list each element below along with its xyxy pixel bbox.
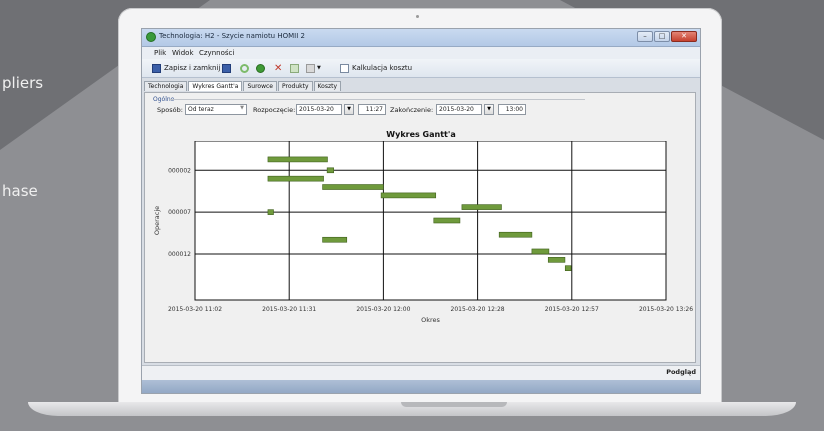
- laptop-base: [28, 402, 796, 416]
- refresh-button[interactable]: [240, 62, 249, 74]
- y-axis-title: Operacje: [153, 206, 161, 235]
- gantt-bar: [564, 265, 572, 271]
- gantt-bar: [267, 175, 324, 182]
- y-tick-label: 000007: [168, 209, 191, 216]
- tab-strip: Technologia Wykres Gantt'a Surowce Produ…: [144, 81, 342, 92]
- disk-icon: [222, 63, 231, 73]
- export-button[interactable]: ▼: [306, 62, 321, 74]
- menu-widok[interactable]: Widok: [172, 49, 194, 57]
- window-titlebar[interactable]: Technologia: H2 - Szycie namiotu HOMII 2…: [142, 29, 700, 47]
- add-icon: [256, 63, 265, 73]
- laptop-lid: Technologia: H2 - Szycie namiotu HOMII 2…: [118, 8, 722, 404]
- app-icon: [146, 32, 156, 42]
- x-tick-label: 2015-03-20 11:31: [262, 306, 316, 313]
- toolbar: Zapisz i zamknij ✕ ▼ Kalkulacja kosztu: [142, 59, 700, 78]
- start-date-dropdown[interactable]: ▼: [344, 104, 354, 115]
- x-tick-label: 2015-03-20 12:28: [451, 306, 505, 313]
- start-label: Rozpoczęcie:: [253, 106, 296, 114]
- gantt-bar: [531, 248, 550, 255]
- x-tick-label: 2015-03-20 11:02: [168, 306, 222, 313]
- gantt-panel: Ogólne Sposób: Od teraz ▼ Rozpoczęcie: 2…: [144, 92, 696, 363]
- menu-plik[interactable]: Plik: [154, 49, 166, 57]
- camera-dot: [416, 15, 419, 18]
- tab-produkty[interactable]: Produkty: [278, 81, 313, 91]
- close-button[interactable]: ✕: [671, 31, 697, 42]
- edit-button[interactable]: [290, 62, 299, 74]
- tab-surowce[interactable]: Surowce: [243, 81, 277, 91]
- chevron-down-icon: ▼: [317, 65, 321, 71]
- refresh-icon: [240, 63, 249, 73]
- background-text-2: hase: [2, 182, 38, 200]
- save-close-label: Zapisz i zamknij: [164, 64, 221, 72]
- laptop-notch: [401, 402, 507, 407]
- export-icon: [306, 63, 315, 73]
- end-date-dropdown[interactable]: ▼: [484, 104, 494, 115]
- save-close-button[interactable]: Zapisz i zamknij: [152, 62, 220, 74]
- end-label: Zakończenie:: [390, 106, 434, 114]
- minimize-button[interactable]: –: [637, 31, 653, 42]
- menu-bar: Plik Widok Czynności: [142, 47, 700, 59]
- x-tick-label: 2015-03-20 13:26: [639, 306, 693, 313]
- window-title: Technologia: H2 - Szycie namiotu HOMII 2: [159, 32, 305, 40]
- window-controls: – □ ✕: [637, 31, 697, 42]
- mode-label: Sposób:: [157, 106, 183, 114]
- end-date-field[interactable]: 2015-03-20: [436, 104, 482, 115]
- cost-calc-button[interactable]: Kalkulacja kosztu: [340, 62, 412, 74]
- background-text-1: pliers: [2, 74, 44, 92]
- save-icon: [152, 63, 161, 73]
- menu-czynnosci[interactable]: Czynności: [199, 49, 234, 57]
- gantt-bar: [322, 184, 384, 190]
- x-axis-title: Okres: [421, 316, 440, 324]
- gantt-chart: 2015-03-20 11:02 2015-03-20 11:31 2015-03-…: [153, 141, 693, 324]
- gantt-bar: [498, 231, 533, 238]
- y-tick-label: 000002: [168, 167, 191, 174]
- x-tick-label: 2015-03-20 12:57: [545, 306, 599, 313]
- maximize-button[interactable]: □: [654, 31, 670, 42]
- delete-button[interactable]: ✕: [274, 62, 282, 74]
- y-tick-label: 000012: [168, 251, 191, 258]
- start-time-field[interactable]: 11:27: [358, 104, 386, 115]
- start-date-field[interactable]: 2015-03-20: [296, 104, 342, 115]
- tab-wykres-gantta[interactable]: Wykres Gantt'a: [188, 81, 243, 91]
- tab-koszty[interactable]: Koszty: [313, 81, 342, 91]
- save-button[interactable]: [222, 62, 231, 74]
- gantt-bar: [267, 156, 328, 163]
- gantt-bar: [326, 167, 334, 174]
- gantt-bar: [547, 257, 566, 263]
- edit-icon: [290, 63, 299, 73]
- end-time-field[interactable]: 13:00: [498, 104, 526, 115]
- gantt-bar: [267, 209, 274, 215]
- mode-chevron-icon[interactable]: ▼: [237, 104, 247, 115]
- laptop-screen: Technologia: H2 - Szycie namiotu HOMII 2…: [141, 28, 701, 394]
- add-button[interactable]: [256, 62, 265, 74]
- group-divider: [170, 99, 585, 100]
- status-bar: Podgląd: [142, 365, 700, 380]
- delete-icon: ✕: [274, 62, 283, 74]
- chart-title: Wykres Gantt'a: [386, 130, 456, 139]
- preview-button[interactable]: Podgląd: [666, 368, 696, 376]
- gantt-bar: [433, 217, 461, 224]
- x-tick-label: 2015-03-20 12:00: [356, 306, 410, 313]
- taskbar: [142, 380, 700, 393]
- tab-technologia[interactable]: Technologia: [144, 81, 188, 91]
- cost-calc-label: Kalkulacja kosztu: [352, 64, 413, 72]
- gantt-bar: [461, 204, 502, 210]
- gantt-bar: [380, 192, 437, 199]
- plot-area: [194, 141, 667, 301]
- document-icon: [340, 63, 349, 73]
- gantt-bar: [322, 236, 348, 243]
